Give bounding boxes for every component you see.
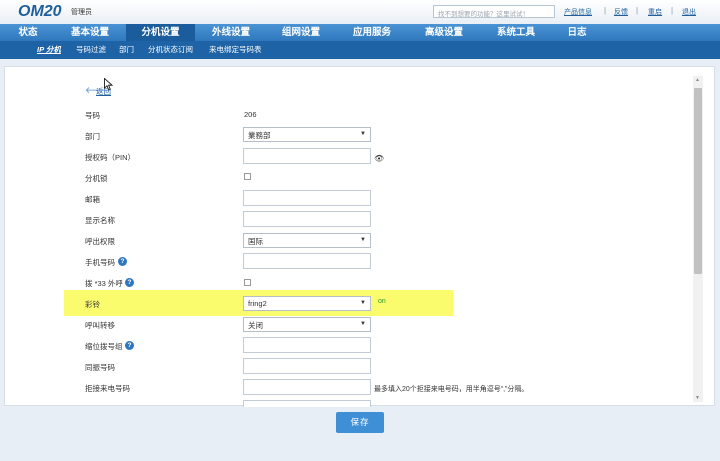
simul-ring-label: 同振号码 — [85, 363, 115, 372]
help-icon[interactable]: ? — [118, 257, 127, 266]
subnav-number-filter[interactable]: 号码过滤 — [76, 41, 106, 59]
logout-link[interactable]: 退出 — [682, 7, 696, 17]
reject-numbers-hint: 最多填入20个拒接来电号码，用半角逗号“,”分隔。 — [374, 386, 529, 393]
nav-status[interactable]: 状态 — [0, 24, 56, 41]
extension-lock-checkbox[interactable] — [244, 173, 251, 180]
email-label: 邮箱 — [85, 195, 100, 204]
nav-advanced-settings[interactable]: 高级设置 — [409, 24, 479, 41]
help-icon[interactable]: ? — [125, 278, 134, 287]
save-button[interactable]: 保存 — [336, 412, 384, 433]
sub-nav: IP 分机 号码过滤 部门 分机状态订阅 来电绑定号码表 — [0, 41, 720, 59]
display-name-input[interactable] — [243, 211, 371, 227]
ringback-label: 彩铃 — [85, 300, 100, 309]
subnav-call-binding-table[interactable]: 来电绑定号码表 — [209, 41, 262, 59]
restart-link[interactable]: 重启 — [648, 7, 662, 17]
help-icon[interactable]: ? — [125, 341, 134, 350]
reject-numbers-label: 拒接来电号码 — [85, 384, 130, 393]
subnav-status-subscription[interactable]: 分机状态订阅 — [148, 41, 193, 59]
chevron-down-icon: ▼ — [360, 300, 366, 306]
dial33-checkbox[interactable] — [244, 279, 251, 286]
number-value: 206 — [244, 110, 257, 119]
scroll-down-icon[interactable]: ▼ — [695, 395, 700, 401]
scroll-up-icon[interactable]: ▲ — [695, 77, 700, 83]
ringback-status: on — [378, 298, 386, 305]
subnav-department[interactable]: 部门 — [119, 41, 134, 59]
top-header: OM20 管理员 找不到想要的功能？这里试试！ 产品信息 | 反馈 | 重启 |… — [0, 0, 720, 24]
eye-icon[interactable]: 👁 — [374, 154, 384, 163]
simul-ring-input[interactable] — [243, 358, 371, 374]
nav-network-settings[interactable]: 组网设置 — [267, 24, 335, 41]
call-forward-selected: 关闭 — [248, 321, 263, 330]
separator: | — [636, 6, 639, 15]
call-permission-selected: 国际 — [248, 237, 263, 246]
user-role: 管理员 — [71, 9, 92, 16]
short-code-input[interactable] — [243, 337, 371, 353]
department-label: 部门 — [85, 132, 100, 141]
chevron-down-icon: ▼ — [360, 131, 366, 137]
pin-input[interactable] — [243, 148, 371, 164]
nav-system-tools[interactable]: 系统工具 — [481, 24, 551, 41]
search-input[interactable]: 找不到想要的功能？这里试试！ — [433, 5, 555, 18]
logo: OM20 — [18, 3, 62, 20]
separator: | — [671, 6, 674, 15]
feedback-link[interactable]: 反馈 — [614, 7, 628, 17]
extension-lock-label: 分机锁 — [85, 174, 108, 183]
department-select[interactable]: 業務部 ▼ — [243, 127, 371, 142]
scrollbar-thumb[interactable] — [694, 88, 702, 274]
nav-trunk-settings[interactable]: 外线设置 — [197, 24, 265, 41]
separator: | — [604, 6, 607, 15]
dial33-label: 拨 *33 外呼 — [85, 279, 123, 288]
call-permission-label: 呼出权限 — [85, 237, 115, 246]
pin-label: 授权码（PIN） — [85, 153, 136, 162]
short-code-label: 缩位拨号组 — [85, 342, 123, 351]
nav-extension-settings[interactable]: 分机设置 — [126, 24, 195, 41]
department-selected: 業務部 — [248, 131, 271, 140]
mobile-input[interactable] — [243, 253, 371, 269]
call-forward-label: 呼叫转移 — [85, 321, 115, 330]
mouse-pointer-icon — [104, 78, 113, 91]
nav-basic-settings[interactable]: 基本设置 — [56, 24, 124, 41]
subnav-ip-extension[interactable]: IP 分机 — [37, 41, 61, 59]
chevron-down-icon: ▼ — [360, 237, 366, 243]
partial-input[interactable] — [243, 400, 371, 407]
display-name-label: 显示名称 — [85, 216, 115, 225]
mobile-label: 手机号码 — [85, 258, 115, 267]
product-info-link[interactable]: 产品信息 — [564, 7, 592, 17]
ringback-select[interactable]: fring2 ▼ — [243, 296, 371, 311]
nav-app-services[interactable]: 应用服务 — [337, 24, 407, 41]
ringback-selected: fring2 — [248, 299, 267, 308]
number-label: 号码 — [85, 111, 100, 120]
nav-logs[interactable]: 日志 — [553, 24, 601, 41]
chevron-down-icon: ▼ — [360, 321, 366, 327]
call-permission-select[interactable]: 国际 ▼ — [243, 233, 371, 248]
reject-numbers-input[interactable] — [243, 379, 371, 395]
main-nav: 状态 基本设置 分机设置 外线设置 组网设置 应用服务 高级设置 系统工具 日志 — [0, 24, 720, 41]
call-forward-select[interactable]: 关闭 ▼ — [243, 317, 371, 332]
email-input[interactable] — [243, 190, 371, 206]
